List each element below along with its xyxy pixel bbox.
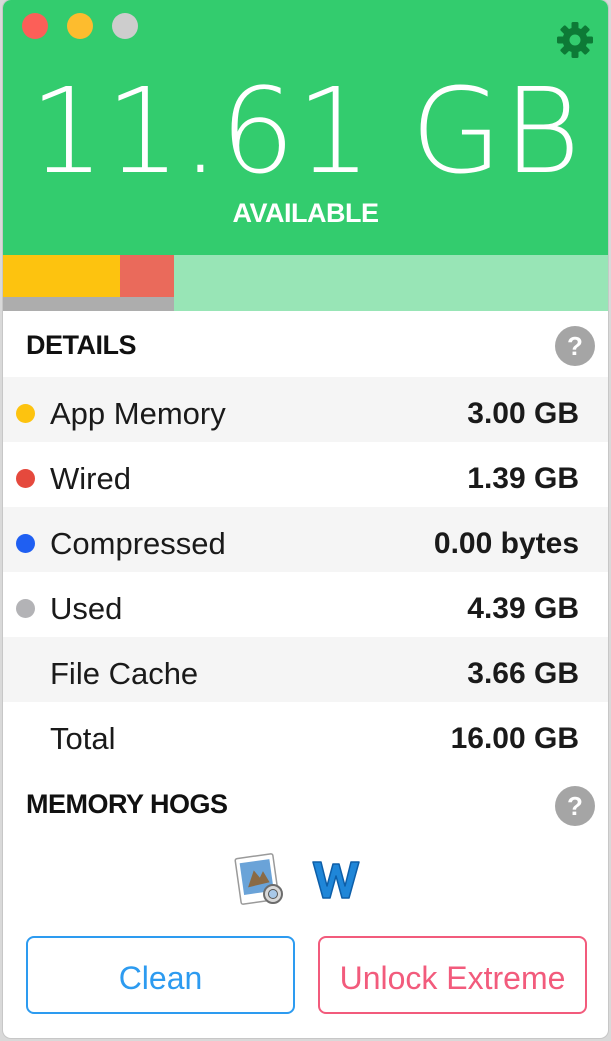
detail-row-wired: Wired 1.39 GB [3, 442, 608, 507]
wired-dot-icon [16, 469, 35, 488]
detail-value: 4.39 GB [467, 592, 579, 625]
window-zoom-button[interactable] [112, 13, 138, 39]
details-list: App Memory 3.00 GB Wired 1.39 GB Compres… [3, 377, 608, 767]
detail-row-total: Total 16.00 GB [3, 702, 608, 767]
detail-label: Used [50, 591, 123, 626]
memory-hogs-list [3, 852, 608, 912]
unlock-extreme-button[interactable]: Unlock Extreme [318, 936, 587, 1014]
app-window: 11.61 GB AVAILABLE DETAILS ? App Memory … [3, 0, 608, 1038]
detail-label: Compressed [50, 526, 226, 561]
gear-icon[interactable] [555, 20, 595, 60]
available-memory-value: 11.61 GB [29, 62, 582, 200]
detail-row-used: Used 4.39 GB [3, 572, 608, 637]
clean-button[interactable]: Clean [26, 936, 295, 1014]
detail-label: Wired [50, 461, 131, 496]
detail-row-file-cache: File Cache 3.66 GB [3, 637, 608, 702]
preview-app-icon[interactable] [233, 852, 287, 906]
usage-bar-app-memory [3, 255, 120, 297]
header-panel: 11.61 GB AVAILABLE [3, 0, 608, 255]
window-close-button[interactable] [22, 13, 48, 39]
used-dot-icon [16, 599, 35, 618]
detail-label: File Cache [50, 656, 199, 691]
detail-value: 3.66 GB [467, 657, 579, 690]
detail-value: 16.00 GB [450, 722, 579, 755]
detail-label: Total [50, 721, 116, 756]
window-minimize-button[interactable] [67, 13, 93, 39]
detail-value: 0.00 bytes [433, 527, 579, 560]
memory-hogs-help-button[interactable]: ? [555, 786, 595, 826]
detail-row-compressed: Compressed 0.00 bytes [3, 507, 608, 572]
memory-usage-bar [3, 255, 608, 311]
word-app-icon[interactable] [309, 852, 363, 906]
usage-bar-used [3, 297, 174, 311]
detail-value: 3.00 GB [467, 397, 579, 430]
usage-bar-wired [120, 255, 174, 297]
detail-row-app-memory: App Memory 3.00 GB [3, 377, 608, 442]
details-help-button[interactable]: ? [555, 326, 595, 366]
detail-value: 1.39 GB [467, 462, 579, 495]
app-memory-dot-icon [16, 404, 35, 423]
memory-hogs-heading: MEMORY HOGS [26, 789, 228, 819]
detail-label: App Memory [50, 396, 226, 431]
details-heading: DETAILS [26, 330, 137, 360]
compressed-dot-icon [16, 534, 35, 553]
available-label: AVAILABLE [232, 198, 380, 228]
